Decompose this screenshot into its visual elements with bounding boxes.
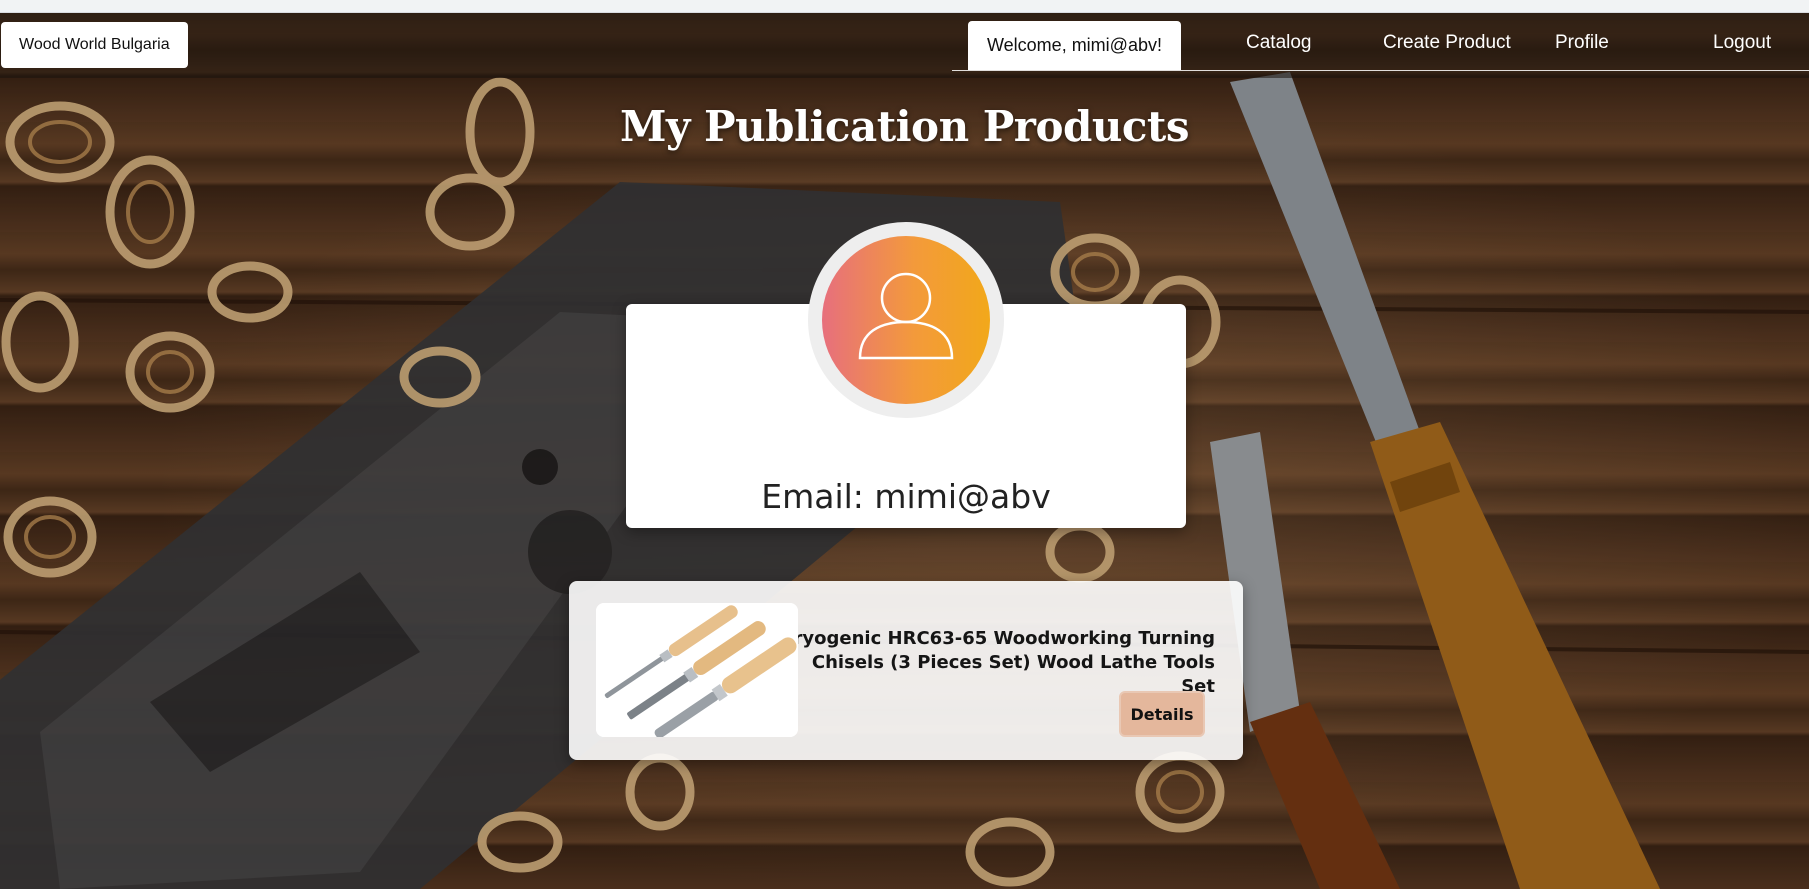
product-card: ryogenic HRC63-65 Woodworking Turning Ch… bbox=[569, 581, 1243, 760]
chisel-set-image bbox=[596, 603, 798, 737]
avatar bbox=[808, 222, 1004, 418]
details-button[interactable]: Details bbox=[1119, 691, 1205, 737]
nav-catalog-link[interactable]: Catalog bbox=[1246, 32, 1312, 54]
welcome-greeting: Welcome, mimi@abv! bbox=[968, 21, 1181, 70]
top-navbar: Wood World Bulgaria Welcome, mimi@abv! C… bbox=[0, 12, 1809, 78]
nav-create-product-link[interactable]: Create Product bbox=[1383, 32, 1511, 54]
product-title: ryogenic HRC63-65 Woodworking Turning Ch… bbox=[793, 628, 1215, 697]
page-title: My Publication Products bbox=[620, 102, 1189, 151]
page-root: Wood World Bulgaria Welcome, mimi@abv! C… bbox=[0, 0, 1809, 889]
nav-profile-link[interactable]: Profile bbox=[1555, 32, 1609, 54]
profile-email: Email: mimi@abv bbox=[761, 477, 1051, 516]
nav-right-group: Welcome, mimi@abv! Catalog Create Produc… bbox=[952, 12, 1809, 71]
product-image bbox=[596, 603, 798, 737]
avatar-circle bbox=[822, 236, 990, 404]
nav-logout-link[interactable]: Logout bbox=[1713, 32, 1771, 54]
user-icon bbox=[858, 272, 954, 360]
brand-logo-link[interactable]: Wood World Bulgaria bbox=[1, 22, 188, 68]
browser-chrome-strip bbox=[0, 0, 1809, 13]
